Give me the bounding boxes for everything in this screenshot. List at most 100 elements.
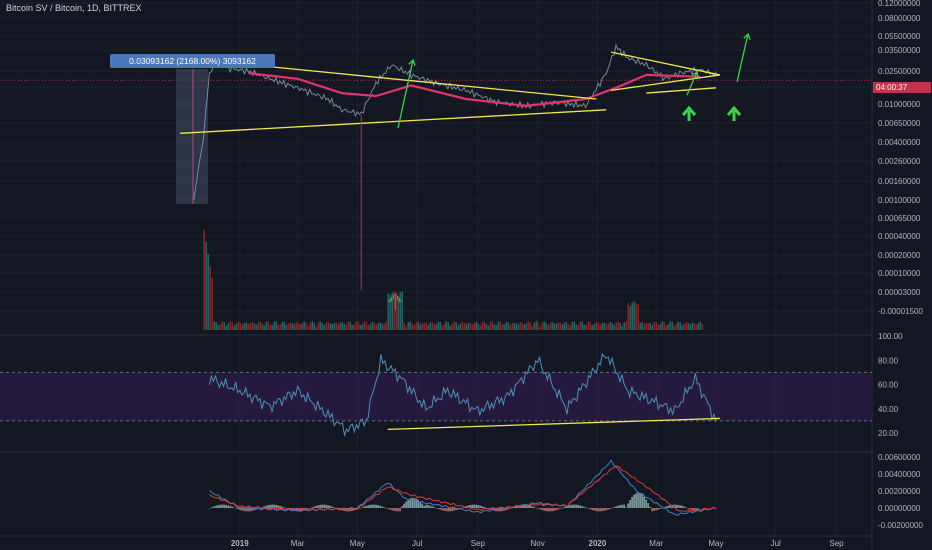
volume-bar [615,322,617,330]
volume-bar [587,321,589,330]
macd-histogram-bar [473,504,475,508]
macd-histogram-bar [235,508,237,509]
macd-histogram-bar [437,508,439,509]
volume-bar [519,321,521,330]
volume-bar [355,321,357,330]
macd-histogram-bar [229,505,231,508]
volume-bar [389,294,391,330]
macd-histogram-bar [595,508,597,512]
macd-histogram-bar [311,507,313,508]
macd-histogram-bar [475,504,477,508]
rsi-tick-label: 40.00 [878,405,899,414]
volume-bar [281,321,283,330]
volume-bar [257,322,259,330]
volume-bar [399,292,401,330]
volume-bar [625,321,627,330]
macd-histogram-bar [617,505,619,508]
volume-bar [409,321,411,330]
macd-histogram-bar [411,497,413,508]
volume-bar [357,321,359,330]
volume-bar [537,322,539,330]
volume-bar [241,324,243,330]
macd-histogram-bar [535,507,537,509]
volume-bar [477,323,479,330]
volume-bar [231,322,233,330]
rsi-tick-label: 60.00 [878,381,899,390]
macd-histogram-bar [213,506,215,508]
volume-bar [649,322,651,330]
volume-bar [507,322,509,330]
macd-histogram-bar [509,508,511,509]
macd-histogram-bar [657,508,659,510]
volume-bar [205,242,207,330]
macd-histogram-bar [599,508,601,512]
volume-bar [345,325,347,330]
macd-histogram-bar [387,508,389,509]
volume-bar [659,324,661,330]
macd-histogram-bar [625,507,627,508]
macd-histogram-bar [237,508,239,510]
volume-bar [585,324,587,330]
macd-histogram-bar [281,506,283,508]
volume-bar [609,321,611,330]
volume-bar [521,322,523,330]
volume-bar [353,324,355,330]
volume-bar [433,323,435,330]
volume-bar [543,321,545,330]
volume-bar [417,321,419,330]
macd-histogram-bar [285,508,287,509]
macd-histogram-bar [635,493,637,508]
volume-bar [279,324,281,330]
macd-histogram-bar [561,507,563,509]
volume-bar [557,322,559,330]
volume-bar [641,321,643,330]
volume-bar [365,321,367,330]
volume-bar [263,325,265,330]
volume-bar [499,321,501,330]
macd-histogram-bar [453,508,455,511]
volume-bar [545,322,547,330]
volume-bar [237,321,239,330]
volume-bar [607,323,609,330]
macd-histogram-bar [317,505,319,508]
macd-histogram-bar [435,507,437,509]
volume-bar [511,323,513,330]
macd-histogram-bar [643,496,645,508]
volume-bar [461,321,463,330]
volume-bar [577,324,579,330]
volume-bar [563,322,565,330]
volume-bar [573,321,575,330]
macd-histogram-bar [307,508,309,510]
macd-histogram-bar [615,506,617,508]
macd-histogram-bar [211,507,213,508]
volume-bar [227,323,229,330]
macd-histogram-bar [329,505,331,508]
volume-bar [341,322,343,330]
volume-bar [289,322,291,330]
volume-bar [651,324,653,330]
price-tick-label: 0.01000000 [878,100,921,109]
macd-histogram-bar [619,505,621,508]
volume-bar [291,322,293,330]
macd-histogram-bar [365,505,367,508]
macd-histogram-bar [223,504,225,508]
volume-bar [667,324,669,330]
volume-bar [553,323,555,330]
macd-histogram-bar [327,505,329,508]
volume-bar [449,325,451,330]
volume-bar [411,323,413,330]
macd-histogram-bar [227,505,229,508]
chart-title: Bitcoin SV / Bitcoin, 1D, BITTREX [6,3,142,13]
measure-region [176,69,208,204]
volume-bar [381,323,383,330]
volume-bar [453,321,455,330]
macd-histogram-bar [427,505,429,508]
macd-histogram-bar [407,499,409,508]
macd-histogram-bar [593,508,595,511]
volume-bar [309,323,311,330]
volume-bar [447,321,449,330]
macd-histogram-bar [547,508,549,512]
macd-histogram-bar [647,503,649,508]
volume-bar [277,324,279,330]
macd-histogram-bar [439,508,441,510]
